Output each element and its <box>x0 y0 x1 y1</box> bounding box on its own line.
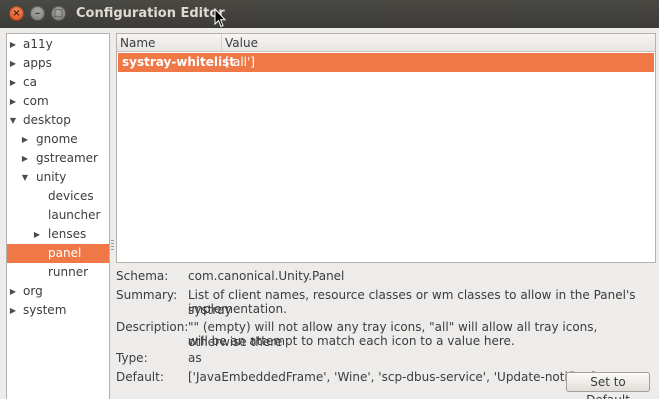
tree-item-launcher[interactable]: launcher <box>7 206 109 225</box>
configuration-editor-window: × – □ Configuration Editor ▶ a11y ▶ apps… <box>0 0 659 399</box>
expander-collapsed-icon[interactable]: ▶ <box>20 130 30 149</box>
description-text-line-2: will be an attempt to match each icon to… <box>188 334 515 348</box>
splitter-grip-icon[interactable] <box>111 240 114 250</box>
summary-label: Summary: <box>116 288 178 302</box>
maximize-window-button[interactable]: □ <box>51 6 66 21</box>
tree-item-gnome[interactable]: ▶ gnome <box>7 130 109 149</box>
default-label: Default: <box>116 370 164 384</box>
close-window-button[interactable]: × <box>9 6 24 21</box>
expander-collapsed-icon[interactable]: ▶ <box>8 301 18 320</box>
tree-item-label: launcher <box>48 208 101 222</box>
minimize-window-button[interactable]: – <box>30 6 45 21</box>
expander-collapsed-icon[interactable]: ▶ <box>8 92 18 111</box>
expander-collapsed-icon[interactable]: ▶ <box>8 282 18 301</box>
keys-list[interactable]: Name Value systray-whitelist ['all'] <box>116 33 656 263</box>
expander-collapsed-icon[interactable]: ▶ <box>32 225 42 244</box>
tree-item-apps[interactable]: ▶ apps <box>7 54 109 73</box>
tree-item-label: desktop <box>23 113 71 127</box>
tree-item-label: com <box>23 94 49 108</box>
type-value: as <box>188 351 202 365</box>
tree-item-label: org <box>23 284 43 298</box>
mouse-pointer-icon <box>214 8 226 28</box>
tree-item-label: system <box>23 303 67 317</box>
tree-item-panel[interactable]: panel <box>7 244 109 263</box>
tree-item-devices[interactable]: devices <box>7 187 109 206</box>
tree-item-label: ca <box>23 75 37 89</box>
key-row[interactable]: systray-whitelist ['all'] <box>118 53 654 72</box>
tree-item-label: a11y <box>23 37 53 51</box>
tree-item-ca[interactable]: ▶ ca <box>7 73 109 92</box>
title-bar[interactable]: × – □ Configuration Editor <box>0 0 659 28</box>
window-title: Configuration Editor <box>76 6 225 21</box>
tree-item-label: apps <box>23 56 52 70</box>
expander-collapsed-icon[interactable]: ▶ <box>8 35 18 54</box>
tree-item-label: gnome <box>36 132 78 146</box>
tree-item-lenses[interactable]: ▶ lenses <box>7 225 109 244</box>
tree-item-gstreamer[interactable]: ▶ gstreamer <box>7 149 109 168</box>
key-name: systray-whitelist <box>122 55 236 69</box>
column-header-value[interactable]: Value <box>222 34 655 52</box>
tree-item-label: lenses <box>48 227 87 241</box>
default-value: ['JavaEmbeddedFrame', 'Wine', 'scp-dbus-… <box>188 370 596 384</box>
tree-item-org[interactable]: ▶ org <box>7 282 109 301</box>
pane-splitter[interactable] <box>110 33 115 398</box>
key-value: ['all'] <box>225 55 255 69</box>
tree-item-com[interactable]: ▶ com <box>7 92 109 111</box>
type-label: Type: <box>116 351 148 365</box>
schema-value: com.canonical.Unity.Panel <box>188 269 345 283</box>
tree-item-desktop[interactable]: ▼ desktop <box>7 111 109 130</box>
expander-expanded-icon[interactable]: ▼ <box>20 168 30 187</box>
column-header-name[interactable]: Name <box>117 34 222 52</box>
tree-item-label: gstreamer <box>36 151 98 165</box>
description-label: Description: <box>116 320 189 334</box>
expander-collapsed-icon[interactable]: ▶ <box>8 73 18 92</box>
tree-item-runner[interactable]: runner <box>7 263 109 282</box>
expander-expanded-icon[interactable]: ▼ <box>8 111 18 130</box>
schema-tree[interactable]: ▶ a11y ▶ apps ▶ ca ▶ com ▼ desktop ▶ gno… <box>6 33 110 399</box>
expander-collapsed-icon[interactable]: ▶ <box>20 149 30 168</box>
tree-item-label: devices <box>48 189 94 203</box>
set-to-default-button[interactable]: Set to Default <box>566 372 650 399</box>
schema-label: Schema: <box>116 269 169 283</box>
summary-text-line-2: implementation. <box>188 302 287 316</box>
tree-item-label: runner <box>48 265 89 279</box>
tree-item-unity[interactable]: ▼ unity <box>7 168 109 187</box>
expander-collapsed-icon[interactable]: ▶ <box>8 54 18 73</box>
tree-item-label: panel <box>48 246 82 260</box>
tree-item-label: unity <box>36 170 67 184</box>
tree-item-a11y[interactable]: ▶ a11y <box>7 35 109 54</box>
tree-item-system[interactable]: ▶ system <box>7 301 109 320</box>
